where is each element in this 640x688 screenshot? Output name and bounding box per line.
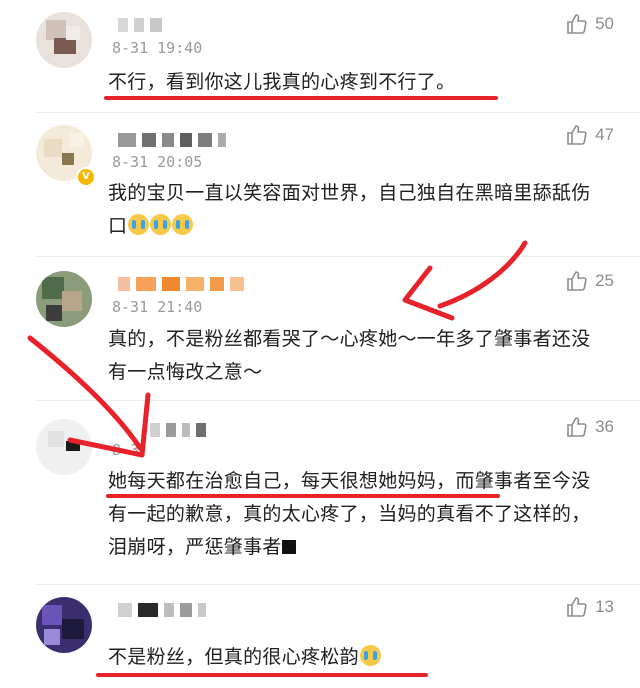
username-pixelated[interactable] — [118, 133, 232, 147]
comment-text: 不行，看到你这儿我真的心疼到不行了。 — [108, 71, 456, 93]
thumbs-up-icon — [567, 125, 587, 145]
like-count: 25 — [595, 271, 614, 290]
comment-4: 8-3 她每天都在治愈自己，每天很想她妈妈，而肇事者至今没有一起的歉意，真的太心… — [0, 401, 640, 581]
thumbs-up-icon — [567, 417, 587, 437]
avatar[interactable] — [36, 12, 92, 68]
username-pixelated[interactable] — [150, 423, 212, 437]
username-pixelated[interactable] — [118, 18, 168, 32]
comment-2: V 8-31 20:05 我的宝贝一直以笑容面对世界，自己独自在黑暗里舔舐伤口 … — [0, 113, 640, 253]
like-button[interactable]: 47 — [565, 123, 614, 147]
like-count: 50 — [595, 14, 614, 33]
thumbs-up-icon — [567, 271, 587, 291]
crying-face-emoji — [172, 214, 194, 235]
like-button[interactable]: 25 — [565, 269, 614, 293]
comment-text: 我的宝贝一直以笑容面对世界，自己独自在黑暗里舔舐伤口 — [108, 182, 591, 237]
comment-text: 不是粉丝，但真的很心疼松韵 — [108, 641, 608, 674]
username-pixelated[interactable] — [118, 603, 212, 617]
timestamp: 8-31 21:40 — [112, 298, 203, 316]
like-count: 47 — [595, 125, 614, 144]
comment-text: 真的，不是粉丝都看哭了～心疼她～一年多了肇事者还没有一点悔改之意～ — [108, 328, 591, 383]
avatar[interactable] — [36, 419, 92, 475]
like-button[interactable]: 50 — [565, 12, 614, 36]
like-count: 36 — [595, 417, 614, 436]
avatar[interactable] — [36, 597, 92, 653]
comment-3: 8-31 21:40 真的，不是粉丝都看哭了～心疼她～一年多了肇事者还没有一点悔… — [0, 257, 640, 397]
red-underline — [96, 673, 428, 677]
verified-badge-icon: V — [76, 167, 96, 187]
timestamp: 8-31 20:05 — [112, 153, 203, 171]
timestamp: 8-3 — [112, 441, 140, 459]
like-button[interactable]: 13 — [565, 595, 614, 619]
thumbs-up-icon — [567, 597, 587, 617]
avatar[interactable] — [36, 271, 92, 327]
thumbs-up-icon — [567, 14, 587, 34]
censor-block — [281, 540, 296, 554]
like-count: 13 — [595, 597, 614, 616]
comment-5: 不是粉丝，但真的很心疼松韵 13 — [0, 585, 640, 688]
comment-1: 8-31 19:40 不行，看到你这儿我真的心疼到不行了。 50 — [0, 0, 640, 110]
comment-text: 她每天都在治愈自己，每天很想她妈妈，而肇事者至今没有一起的歉意，真的太心疼了，当… — [108, 470, 591, 558]
crying-face-emoji — [359, 645, 381, 666]
red-underline — [104, 96, 498, 100]
username-pixelated[interactable] — [118, 277, 250, 291]
crying-face-emoji — [128, 214, 150, 235]
timestamp: 8-31 19:40 — [112, 39, 203, 57]
red-underline — [106, 494, 500, 498]
like-button[interactable]: 36 — [565, 415, 614, 439]
crying-face-emoji — [150, 214, 172, 235]
